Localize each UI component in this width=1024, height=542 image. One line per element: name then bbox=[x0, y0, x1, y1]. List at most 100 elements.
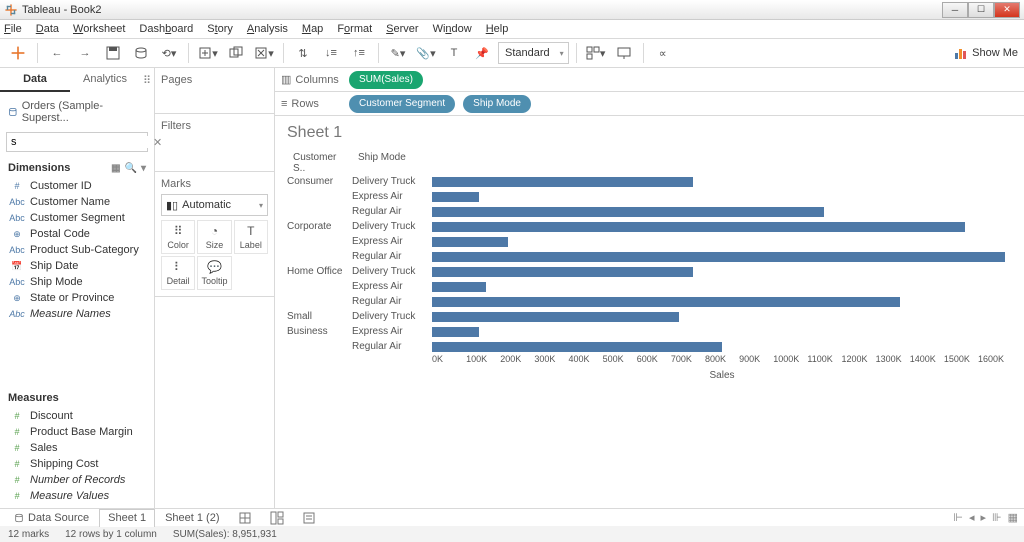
menu-map[interactable]: Map bbox=[302, 23, 323, 35]
bar[interactable] bbox=[432, 177, 693, 187]
dimension-item[interactable]: AbcShip Mode bbox=[8, 274, 146, 290]
datasource-item[interactable]: Orders (Sample-Superst... bbox=[6, 96, 148, 128]
menu-icon[interactable]: ▾ bbox=[141, 163, 146, 174]
dimension-item[interactable]: 📅Ship Date bbox=[8, 258, 146, 274]
dimension-item[interactable]: #Customer ID bbox=[8, 178, 146, 194]
bar[interactable] bbox=[432, 192, 479, 202]
menu-story[interactable]: Story bbox=[207, 23, 233, 35]
field-type-icon: ⊕ bbox=[8, 229, 26, 240]
menu-format[interactable]: Format bbox=[337, 23, 372, 35]
bar[interactable] bbox=[432, 312, 679, 322]
measure-item[interactable]: #Sales bbox=[8, 440, 146, 456]
bar[interactable] bbox=[432, 207, 824, 217]
duplicate-button[interactable] bbox=[224, 41, 248, 65]
size-card[interactable]: ◔Size bbox=[197, 220, 231, 254]
labels-button[interactable]: T bbox=[442, 41, 466, 65]
nav-last-icon[interactable]: ⊪ bbox=[992, 511, 1002, 524]
rows-shelf[interactable]: ≡Rows Customer Segment Ship Mode bbox=[275, 92, 1024, 116]
tab-data[interactable]: Data bbox=[0, 68, 70, 92]
group-button[interactable]: 📎▾ bbox=[414, 41, 438, 65]
fit-select[interactable]: Standard bbox=[498, 42, 569, 64]
pill-sum-sales[interactable]: SUM(Sales) bbox=[349, 71, 423, 89]
measure-item[interactable]: #Discount bbox=[8, 408, 146, 424]
sheet-title[interactable]: Sheet 1 bbox=[287, 124, 1012, 142]
menu-window[interactable]: Window bbox=[433, 23, 472, 35]
menu-server[interactable]: Server bbox=[386, 23, 418, 35]
field-type-icon: Abc bbox=[8, 309, 26, 319]
new-worksheet-tab[interactable] bbox=[230, 509, 260, 527]
bar[interactable] bbox=[432, 282, 486, 292]
cards-button[interactable]: ▾ bbox=[584, 41, 608, 65]
x-tick: 800K bbox=[705, 354, 739, 368]
swap-button[interactable]: ⇅ bbox=[291, 41, 315, 65]
autoupdate-button[interactable]: ⟲▾ bbox=[157, 41, 181, 65]
new-dashboard-tab[interactable] bbox=[262, 509, 292, 527]
new-story-tab[interactable] bbox=[294, 509, 324, 527]
bar[interactable] bbox=[432, 267, 693, 277]
bar[interactable] bbox=[432, 342, 722, 352]
menu-data[interactable]: Data bbox=[36, 23, 59, 35]
bar[interactable] bbox=[432, 297, 900, 307]
bar[interactable] bbox=[432, 222, 965, 232]
view-icon[interactable]: ▦ bbox=[111, 163, 120, 174]
marktype-select[interactable]: ▮▯Automatic bbox=[161, 194, 268, 216]
pin-button[interactable]: 📌 bbox=[470, 41, 494, 65]
measure-item[interactable]: #Measure Values bbox=[8, 488, 146, 504]
color-card[interactable]: ⠿Color bbox=[161, 220, 195, 254]
menu-worksheet[interactable]: Worksheet bbox=[73, 23, 125, 35]
presentation-button[interactable] bbox=[612, 41, 636, 65]
redo-button[interactable]: → bbox=[73, 41, 97, 65]
undo-button[interactable]: ← bbox=[45, 41, 69, 65]
toolbar: ← → ⟲▾ ▾ ▾ ⇅ ↓≡ ↑≡ ✎▾ 📎▾ T 📌 Standard ▾ … bbox=[0, 38, 1024, 68]
clear-button[interactable]: ▾ bbox=[252, 41, 276, 65]
dimension-item[interactable]: AbcCustomer Name bbox=[8, 194, 146, 210]
menu-dashboard[interactable]: Dashboard bbox=[139, 23, 193, 35]
sort-desc-button[interactable]: ↑≡ bbox=[347, 41, 371, 65]
sort-asc-button[interactable]: ↓≡ bbox=[319, 41, 343, 65]
bar[interactable] bbox=[432, 252, 1005, 262]
maximize-button[interactable]: ☐ bbox=[968, 2, 994, 18]
dimension-item[interactable]: AbcCustomer Segment bbox=[8, 210, 146, 226]
dimension-item[interactable]: ⊕State or Province bbox=[8, 290, 146, 306]
save-button[interactable] bbox=[101, 41, 125, 65]
nav-first-icon[interactable]: ⊩ bbox=[953, 511, 963, 524]
columns-shelf[interactable]: ▥Columns SUM(Sales) bbox=[275, 68, 1024, 92]
pane-menu-icon[interactable]: ⠿ bbox=[140, 68, 154, 92]
field-type-icon: # bbox=[8, 491, 26, 501]
show-me-button[interactable]: Show Me bbox=[954, 46, 1018, 60]
find-icon[interactable]: 🔍 bbox=[125, 163, 137, 174]
measure-item[interactable]: #Number of Records bbox=[8, 472, 146, 488]
datasource-tab[interactable]: Data Source bbox=[6, 509, 97, 527]
dimension-item[interactable]: AbcMeasure Names bbox=[8, 306, 146, 322]
tooltip-card[interactable]: 💬Tooltip bbox=[197, 256, 231, 290]
view-tabs-icon[interactable]: ▦ bbox=[1008, 511, 1018, 524]
menu-file[interactable]: File bbox=[4, 23, 22, 35]
tableau-logo-icon bbox=[4, 3, 18, 17]
bar[interactable] bbox=[432, 237, 508, 247]
pill-customer-segment[interactable]: Customer Segment bbox=[349, 95, 455, 113]
menu-help[interactable]: Help bbox=[486, 23, 509, 35]
sheet-tab-2[interactable]: Sheet 1 (2) bbox=[157, 509, 227, 527]
nav-prev-icon[interactable]: ◂ bbox=[969, 511, 975, 524]
new-worksheet-button[interactable]: ▾ bbox=[196, 41, 220, 65]
search-box[interactable]: ✕ bbox=[6, 132, 148, 152]
menu-analysis[interactable]: Analysis bbox=[247, 23, 288, 35]
nav-next-icon[interactable]: ▸ bbox=[980, 511, 986, 524]
bar[interactable] bbox=[432, 327, 479, 337]
search-input[interactable] bbox=[11, 136, 153, 148]
detail-card[interactable]: ⠇Detail bbox=[161, 256, 195, 290]
dimension-item[interactable]: ⊕Postal Code bbox=[8, 226, 146, 242]
sheet-tab-1[interactable]: Sheet 1 bbox=[99, 509, 155, 527]
tableau-icon[interactable] bbox=[6, 41, 30, 65]
tab-analytics[interactable]: Analytics bbox=[70, 68, 140, 92]
new-datasource-button[interactable] bbox=[129, 41, 153, 65]
dimension-item[interactable]: AbcProduct Sub-Category bbox=[8, 242, 146, 258]
label-card[interactable]: TLabel bbox=[234, 220, 268, 254]
minimize-button[interactable]: ─ bbox=[942, 2, 968, 18]
measure-item[interactable]: #Product Base Margin bbox=[8, 424, 146, 440]
measure-item[interactable]: #Shipping Cost bbox=[8, 456, 146, 472]
pill-ship-mode[interactable]: Ship Mode bbox=[463, 95, 531, 113]
highlight-button[interactable]: ✎▾ bbox=[386, 41, 410, 65]
close-button[interactable]: ✕ bbox=[994, 2, 1020, 18]
share-button[interactable]: ∝ bbox=[651, 41, 675, 65]
